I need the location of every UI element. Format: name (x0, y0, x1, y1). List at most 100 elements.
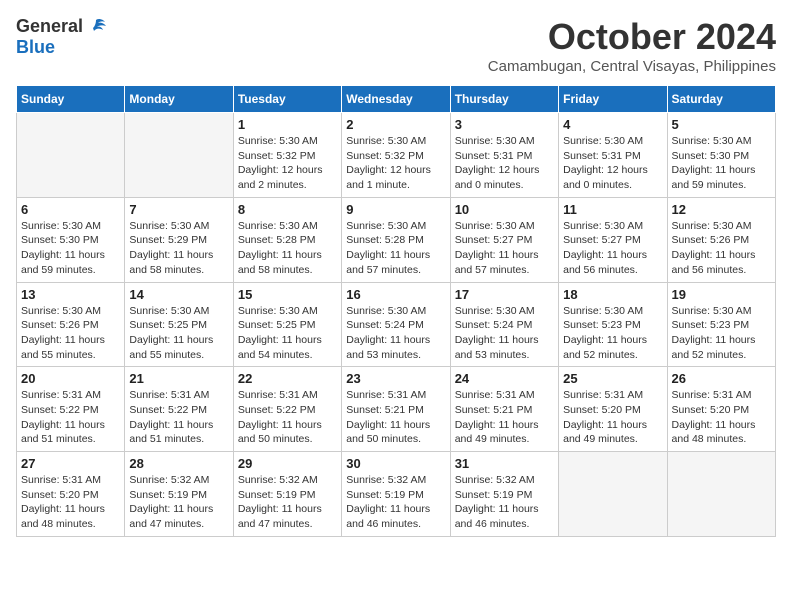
calendar-cell: 17Sunrise: 5:30 AM Sunset: 5:24 PM Dayli… (450, 282, 558, 367)
day-info: Sunrise: 5:31 AM Sunset: 5:22 PM Dayligh… (129, 388, 228, 447)
day-number: 21 (129, 371, 228, 386)
calendar-cell: 7 Sunrise: 5:30 AM Sunset: 5:29 PM Daylig… (125, 197, 233, 282)
day-info: Sunrise: 5:30 AM Sunset: 5:25 PM Dayligh… (129, 304, 228, 363)
calendar-cell (667, 452, 775, 537)
header-saturday: Saturday (667, 86, 775, 113)
week-row-1: 1 Sunrise: 5:30 AM Sunset: 5:32 PM Daylig… (17, 113, 776, 198)
day-info: Sunrise: 5:32 AM Sunset: 5:19 PM Dayligh… (238, 473, 337, 532)
calendar-cell: 10 Sunrise: 5:30 AM Sunset: 5:27 PM Dayli… (450, 197, 558, 282)
calendar-cell: 28 Sunrise: 5:32 AM Sunset: 5:19 PM Dayli… (125, 452, 233, 537)
calendar-cell: 1 Sunrise: 5:30 AM Sunset: 5:32 PM Daylig… (233, 113, 341, 198)
calendar-cell: 2 Sunrise: 5:30 AM Sunset: 5:32 PM Daylig… (342, 113, 450, 198)
day-number: 22 (238, 371, 337, 386)
day-number: 6 (21, 202, 120, 217)
header-monday: Monday (125, 86, 233, 113)
day-info: Sunrise: 5:30 AM Sunset: 5:24 PM Dayligh… (346, 304, 445, 363)
day-info: Sunrise: 5:30 AM Sunset: 5:26 PM Dayligh… (21, 304, 120, 363)
week-row-5: 27 Sunrise: 5:31 AM Sunset: 5:20 PM Dayli… (17, 452, 776, 537)
day-info: Sunrise: 5:30 AM Sunset: 5:25 PM Dayligh… (238, 304, 337, 363)
day-info: Sunrise: 5:31 AM Sunset: 5:20 PM Dayligh… (563, 388, 662, 447)
day-info: Sunrise: 5:30 AM Sunset: 5:32 PM Dayligh… (238, 134, 337, 193)
day-info: Sunrise: 5:31 AM Sunset: 5:20 PM Dayligh… (672, 388, 771, 447)
calendar-cell: 6 Sunrise: 5:30 AM Sunset: 5:30 PM Daylig… (17, 197, 125, 282)
header-friday: Friday (559, 86, 667, 113)
day-info: Sunrise: 5:30 AM Sunset: 5:30 PM Dayligh… (672, 134, 771, 193)
calendar-cell: 26 Sunrise: 5:31 AM Sunset: 5:20 PM Dayli… (667, 367, 775, 452)
day-info: Sunrise: 5:31 AM Sunset: 5:21 PM Dayligh… (455, 388, 554, 447)
calendar-cell: 5Sunrise: 5:30 AM Sunset: 5:30 PM Daylig… (667, 113, 775, 198)
day-number: 16 (346, 287, 445, 302)
day-number: 13 (21, 287, 120, 302)
logo-bird-icon (85, 18, 107, 36)
day-number: 27 (21, 456, 120, 471)
calendar-cell: 21 Sunrise: 5:31 AM Sunset: 5:22 PM Dayli… (125, 367, 233, 452)
day-info: Sunrise: 5:30 AM Sunset: 5:23 PM Dayligh… (672, 304, 771, 363)
day-number: 1 (238, 117, 337, 132)
day-number: 15 (238, 287, 337, 302)
title-block: October 2024 Camambugan, Central Visayas… (488, 16, 776, 75)
day-info: Sunrise: 5:30 AM Sunset: 5:23 PM Dayligh… (563, 304, 662, 363)
day-info: Sunrise: 5:31 AM Sunset: 5:20 PM Dayligh… (21, 473, 120, 532)
day-info: Sunrise: 5:31 AM Sunset: 5:22 PM Dayligh… (238, 388, 337, 447)
day-info: Sunrise: 5:32 AM Sunset: 5:19 PM Dayligh… (346, 473, 445, 532)
calendar-cell: 15 Sunrise: 5:30 AM Sunset: 5:25 PM Dayli… (233, 282, 341, 367)
header-thursday: Thursday (450, 86, 558, 113)
day-number: 23 (346, 371, 445, 386)
calendar-cell: 29 Sunrise: 5:32 AM Sunset: 5:19 PM Dayli… (233, 452, 341, 537)
day-number: 30 (346, 456, 445, 471)
logo-general-text: General (16, 16, 83, 37)
calendar-cell: 30 Sunrise: 5:32 AM Sunset: 5:19 PM Dayli… (342, 452, 450, 537)
calendar-cell: 14 Sunrise: 5:30 AM Sunset: 5:25 PM Dayli… (125, 282, 233, 367)
day-number: 31 (455, 456, 554, 471)
calendar-cell: 20Sunrise: 5:31 AM Sunset: 5:22 PM Dayli… (17, 367, 125, 452)
calendar-cell: 19Sunrise: 5:30 AM Sunset: 5:23 PM Dayli… (667, 282, 775, 367)
day-number: 9 (346, 202, 445, 217)
calendar-cell: 12Sunrise: 5:30 AM Sunset: 5:26 PM Dayli… (667, 197, 775, 282)
day-number: 3 (455, 117, 554, 132)
day-number: 10 (455, 202, 554, 217)
calendar-cell: 4 Sunrise: 5:30 AM Sunset: 5:31 PM Daylig… (559, 113, 667, 198)
day-info: Sunrise: 5:30 AM Sunset: 5:31 PM Dayligh… (563, 134, 662, 193)
day-number: 28 (129, 456, 228, 471)
calendar-cell: 13 Sunrise: 5:30 AM Sunset: 5:26 PM Dayli… (17, 282, 125, 367)
day-number: 7 (129, 202, 228, 217)
calendar-cell: 22 Sunrise: 5:31 AM Sunset: 5:22 PM Dayli… (233, 367, 341, 452)
day-info: Sunrise: 5:30 AM Sunset: 5:32 PM Dayligh… (346, 134, 445, 193)
day-number: 26 (672, 371, 771, 386)
header-wednesday: Wednesday (342, 86, 450, 113)
calendar-cell (559, 452, 667, 537)
calendar-cell: 16 Sunrise: 5:30 AM Sunset: 5:24 PM Dayli… (342, 282, 450, 367)
calendar-cell: 31Sunrise: 5:32 AM Sunset: 5:19 PM Dayli… (450, 452, 558, 537)
day-number: 8 (238, 202, 337, 217)
day-info: Sunrise: 5:30 AM Sunset: 5:28 PM Dayligh… (346, 219, 445, 278)
calendar-cell (17, 113, 125, 198)
day-number: 14 (129, 287, 228, 302)
day-number: 12 (672, 202, 771, 217)
day-info: Sunrise: 5:30 AM Sunset: 5:29 PM Dayligh… (129, 219, 228, 278)
logo: General Blue (16, 16, 107, 58)
day-info: Sunrise: 5:32 AM Sunset: 5:19 PM Dayligh… (129, 473, 228, 532)
page-header: General Blue October 2024 Camambugan, Ce… (16, 16, 776, 75)
calendar-cell: 18 Sunrise: 5:30 AM Sunset: 5:23 PM Dayli… (559, 282, 667, 367)
calendar-header-row: Sunday Monday Tuesday Wednesday Thursday… (17, 86, 776, 113)
day-number: 11 (563, 202, 662, 217)
day-info: Sunrise: 5:31 AM Sunset: 5:22 PM Dayligh… (21, 388, 120, 447)
day-number: 29 (238, 456, 337, 471)
day-number: 17 (455, 287, 554, 302)
week-row-4: 20Sunrise: 5:31 AM Sunset: 5:22 PM Dayli… (17, 367, 776, 452)
day-number: 24 (455, 371, 554, 386)
day-number: 2 (346, 117, 445, 132)
calendar-cell: 25 Sunrise: 5:31 AM Sunset: 5:20 PM Dayli… (559, 367, 667, 452)
location-subtitle: Camambugan, Central Visayas, Philippines (488, 58, 776, 75)
header-sunday: Sunday (17, 86, 125, 113)
day-number: 4 (563, 117, 662, 132)
calendar-cell: 9 Sunrise: 5:30 AM Sunset: 5:28 PM Daylig… (342, 197, 450, 282)
day-info: Sunrise: 5:30 AM Sunset: 5:30 PM Dayligh… (21, 219, 120, 278)
day-info: Sunrise: 5:31 AM Sunset: 5:21 PM Dayligh… (346, 388, 445, 447)
calendar-cell: 27 Sunrise: 5:31 AM Sunset: 5:20 PM Dayli… (17, 452, 125, 537)
day-number: 25 (563, 371, 662, 386)
header-tuesday: Tuesday (233, 86, 341, 113)
day-info: Sunrise: 5:30 AM Sunset: 5:27 PM Dayligh… (455, 219, 554, 278)
day-info: Sunrise: 5:30 AM Sunset: 5:31 PM Dayligh… (455, 134, 554, 193)
day-number: 18 (563, 287, 662, 302)
